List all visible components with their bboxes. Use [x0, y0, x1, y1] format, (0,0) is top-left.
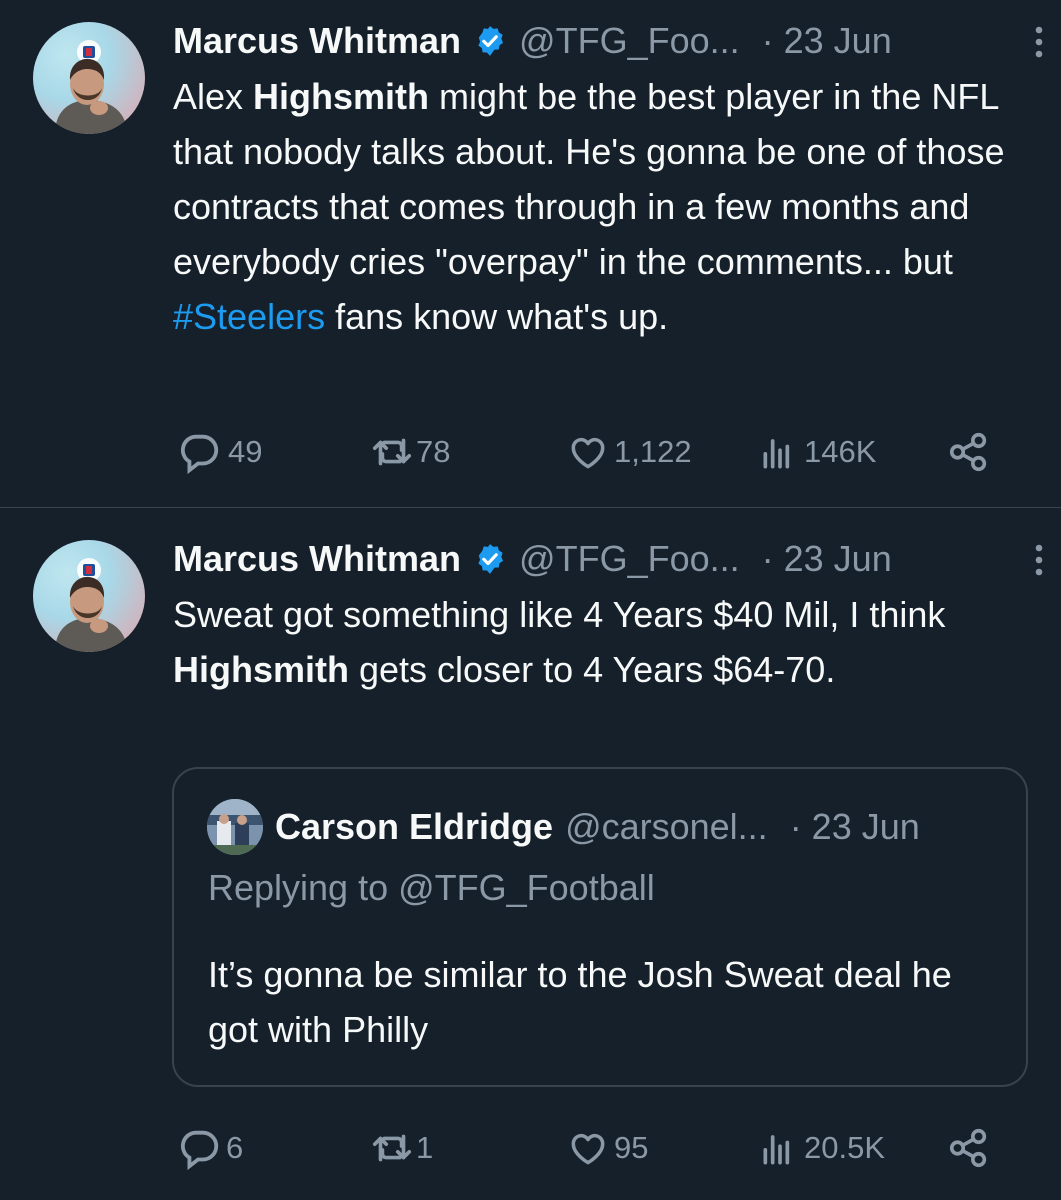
- like-button[interactable]: 1,122: [566, 427, 692, 477]
- author-name[interactable]: Marcus Whitman: [173, 20, 461, 62]
- reply-icon: [176, 429, 222, 475]
- author-handle[interactable]: @TFG_Foo...: [519, 20, 740, 62]
- tweet-card[interactable]: Marcus Whitman @TFG_Foo... · 23 Jun Swea…: [0, 508, 1061, 1200]
- text-segment: fans know what's up.: [325, 296, 669, 337]
- text-segment: Sweat got something like 4 Years $40 Mil…: [173, 594, 946, 635]
- author-handle[interactable]: @TFG_Foo...: [519, 538, 740, 580]
- views-count: 146K: [804, 434, 877, 469]
- quoted-tweet-text: It’s gonna be similar to the Josh Sweat …: [208, 954, 952, 1050]
- verified-badge-icon: [473, 542, 507, 576]
- heart-icon: [566, 1126, 610, 1170]
- quoted-author-handle[interactable]: @carsonel...: [565, 806, 768, 848]
- heart-icon: [566, 430, 610, 474]
- text-bold: Highsmith: [173, 649, 349, 690]
- views-chart-icon: [758, 1126, 802, 1170]
- author-avatar[interactable]: [33, 540, 145, 652]
- author-name[interactable]: Marcus Whitman: [173, 538, 461, 580]
- like-button[interactable]: 95: [566, 1123, 648, 1173]
- like-count: 1,122: [614, 434, 692, 469]
- share-button[interactable]: [946, 427, 992, 477]
- like-count: 95: [614, 1130, 649, 1165]
- views-chart-icon: [758, 430, 802, 474]
- views-button[interactable]: 20.5K: [758, 1123, 885, 1173]
- tweet-date[interactable]: · 23 Jun: [762, 20, 892, 62]
- share-icon: [946, 429, 992, 475]
- quoted-author-name[interactable]: Carson Eldridge: [275, 806, 553, 848]
- tweet-text: Alex Highsmith might be the best player …: [173, 69, 1031, 344]
- hashtag-link[interactable]: #Steelers: [173, 296, 325, 337]
- retweet-count: 1: [416, 1130, 434, 1165]
- more-vertical-icon[interactable]: [1027, 540, 1051, 580]
- tweet-header: Marcus Whitman @TFG_Foo... · 23 Jun: [173, 534, 1031, 584]
- text-segment: Alex: [173, 76, 254, 117]
- reply-button[interactable]: 49: [176, 427, 262, 477]
- share-button[interactable]: [946, 1123, 992, 1173]
- quoted-tweet-header: Carson Eldridge @carsonel... · 23 Jun: [275, 803, 996, 851]
- views-count: 20.5K: [804, 1130, 886, 1165]
- retweet-count: 78: [416, 434, 451, 469]
- retweet-button[interactable]: 1: [368, 1123, 433, 1173]
- tweet-text: Sweat got something like 4 Years $40 Mil…: [173, 587, 1031, 697]
- retweet-button[interactable]: 78: [368, 427, 450, 477]
- author-avatar[interactable]: [33, 22, 145, 134]
- text-bold: Highsmith: [253, 76, 430, 117]
- replying-to-label: Replying to @TFG_Football: [208, 867, 655, 908]
- tweet-actions: 6 1 95 20.5K: [0, 1123, 1061, 1173]
- quoted-tweet[interactable]: Carson Eldridge @carsonel... · 23 Jun Re…: [172, 767, 1028, 1087]
- reply-count: 49: [228, 434, 263, 469]
- retweet-icon: [368, 429, 416, 475]
- tweet-date[interactable]: · 23 Jun: [762, 538, 892, 580]
- verified-badge-icon: [473, 24, 507, 58]
- share-icon: [946, 1125, 992, 1171]
- retweet-icon: [368, 1125, 416, 1171]
- quoted-tweet-date[interactable]: · 23 Jun: [790, 806, 920, 848]
- text-segment: gets closer to 4 Years $64-70.: [349, 649, 836, 690]
- reply-icon: [176, 1125, 222, 1171]
- tweet-actions: 49 78 1,122 146K: [0, 427, 1061, 477]
- tweet-header: Marcus Whitman @TFG_Foo... · 23 Jun: [173, 16, 1031, 66]
- tweet-card[interactable]: Marcus Whitman @TFG_Foo... · 23 Jun Alex…: [0, 0, 1061, 508]
- more-vertical-icon[interactable]: [1027, 22, 1051, 62]
- quoted-author-avatar[interactable]: [207, 799, 263, 855]
- reply-count: 6: [226, 1130, 244, 1165]
- reply-button[interactable]: 6: [176, 1123, 243, 1173]
- views-button[interactable]: 146K: [758, 427, 876, 477]
